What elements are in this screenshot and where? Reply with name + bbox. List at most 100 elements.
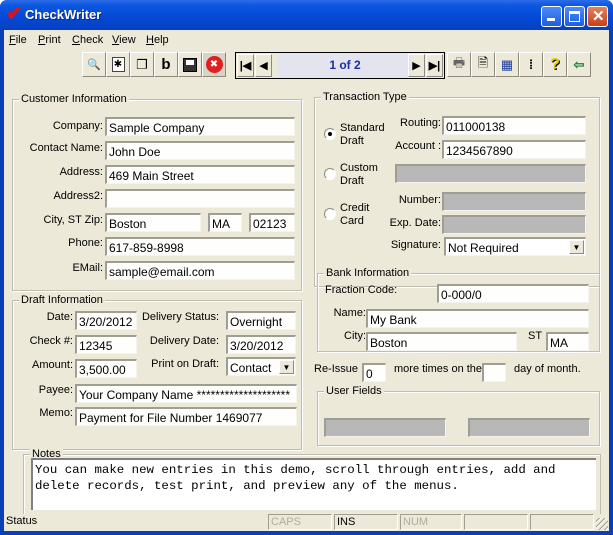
draft-info-title: Draft Information — [19, 294, 105, 306]
prev-record-button[interactable]: ◀ — [255, 54, 272, 77]
save-button[interactable] — [178, 52, 202, 77]
memo-label: Memo: — [39, 407, 73, 419]
delete-icon: ✖ — [205, 56, 223, 73]
client-area: File Print Check View Help 🔍 ✱ ❐ b ✖ |◀ … — [4, 30, 609, 531]
checkmark-app-icon: ✔ — [6, 3, 23, 25]
new-record-button[interactable]: ✱ — [106, 52, 130, 77]
check-number-field[interactable]: 12345 — [75, 335, 137, 354]
bank-info-group: Bank Information Fraction Code: 0-000/0 … — [317, 267, 600, 352]
window-title: CheckWriter — [25, 7, 102, 22]
date-field[interactable]: 3/20/2012 — [75, 311, 137, 330]
email-field[interactable]: sample@email.com — [105, 261, 295, 280]
card-number-label: Number: — [398, 194, 441, 206]
menu-check[interactable]: Check — [72, 34, 103, 46]
first-icon: |◀ — [239, 60, 252, 72]
first-record-button[interactable]: |◀ — [237, 54, 254, 77]
windows-button[interactable]: ▦ — [495, 52, 519, 77]
next-record-button[interactable]: ▶ — [408, 54, 425, 77]
fraction-code-field[interactable]: 0-000/0 — [437, 284, 589, 303]
notes-textarea[interactable]: You can make new entries in this demo, s… — [31, 458, 596, 510]
menu-print[interactable]: Print — [38, 34, 61, 46]
bank-city-field[interactable]: Boston — [366, 332, 517, 351]
company-field[interactable]: Sample Company — [105, 117, 295, 136]
chevron-down-icon[interactable]: ▼ — [279, 360, 294, 374]
exp-date-field — [442, 215, 586, 234]
binoculars-icon: 🔍 — [87, 59, 101, 71]
amount-field[interactable]: 3,500.00 — [75, 359, 137, 378]
contact-field[interactable]: John Doe — [105, 141, 295, 160]
menu-view-label: iew — [119, 34, 136, 46]
standard-draft-label[interactable]: Standard Draft — [340, 122, 385, 148]
caps-indicator: CAPS — [268, 514, 332, 530]
delivery-date-field[interactable]: 3/20/2012 — [226, 335, 296, 354]
status-text: Status — [6, 515, 38, 527]
next-icon: ▶ — [412, 60, 421, 72]
menu-help[interactable]: Help — [146, 34, 169, 46]
standard-draft-radio[interactable] — [324, 128, 336, 140]
city-st-zip-label: City, ST Zip: — [43, 214, 104, 226]
customer-info-title: Customer Information — [19, 93, 129, 105]
minimize-button[interactable] — [541, 6, 562, 27]
address2-label: Address2: — [53, 190, 103, 202]
reissue-count-field[interactable]: 0 — [362, 363, 386, 382]
user-fields-group: User Fields — [317, 385, 600, 446]
city-field[interactable]: Boston — [105, 213, 201, 232]
user-field-2 — [468, 418, 590, 437]
custom-draft-label[interactable]: Custom Draft — [340, 162, 378, 188]
menu-view[interactable]: View — [112, 34, 136, 46]
reissue-suffix: day of month. — [514, 363, 581, 375]
title-bar[interactable]: ✔ CheckWriter ✕ — [0, 0, 613, 30]
delivery-status-field[interactable]: Overnight — [226, 311, 296, 330]
transaction-type-group: Transaction Type Standard Draft Custom Dra… — [314, 91, 600, 287]
routing-field[interactable]: 011000138 — [442, 116, 586, 135]
menu-print-label: rint — [45, 34, 61, 46]
print-on-draft-label: Print on Draft: — [151, 358, 219, 370]
credit-card-label[interactable]: Credit Card — [340, 202, 369, 228]
bank-name-field[interactable]: My Bank — [366, 309, 589, 328]
state-field[interactable]: MA — [208, 213, 242, 232]
maximize-button[interactable] — [564, 6, 585, 27]
exit-button[interactable]: ⇦ — [567, 52, 591, 77]
copy-record-button[interactable]: ❐ — [130, 52, 154, 77]
address-label: Address: — [59, 166, 103, 178]
account-field[interactable]: 1234567890 — [442, 140, 586, 159]
custom-draft-line2: Draft — [340, 175, 364, 187]
fields-button[interactable]: ⁞ — [519, 52, 543, 77]
zip-field[interactable]: 02123 — [249, 213, 295, 232]
menu-check-label: heck — [79, 34, 104, 46]
chevron-down-icon[interactable]: ▼ — [569, 240, 584, 254]
bold-button[interactable]: b — [154, 52, 178, 77]
close-icon: ✕ — [592, 8, 605, 25]
resize-grip-icon[interactable] — [596, 518, 608, 530]
credit-card-radio[interactable] — [324, 208, 336, 220]
phone-field[interactable]: 617-859-8998 — [105, 237, 295, 256]
close-button[interactable]: ✕ — [587, 6, 608, 27]
memo-field[interactable]: Payment for File Number 1469077 — [75, 407, 297, 426]
address2-field[interactable] — [105, 189, 295, 208]
print-button[interactable]: 🖶 — [447, 52, 471, 77]
user-field-1 — [324, 418, 446, 437]
last-record-button[interactable]: ▶| — [426, 54, 443, 77]
address-field[interactable]: 469 Main Street — [105, 165, 295, 184]
custom-draft-radio[interactable] — [324, 168, 336, 180]
menu-file[interactable]: File — [9, 34, 27, 46]
customer-info-group: Customer Information Company: Sample Com… — [12, 93, 302, 291]
company-label: Company: — [52, 120, 103, 132]
payee-field[interactable]: Your Company Name ******************** — [75, 384, 297, 403]
signature-select[interactable]: Not Required ▼ — [444, 237, 586, 256]
draft-info-group: Draft Information Date: 3/20/2012 Check … — [12, 294, 302, 450]
check-number-label: Check #: — [29, 335, 73, 347]
save-icon — [183, 57, 197, 72]
find-button[interactable]: 🔍 — [82, 52, 106, 77]
app-window: ✔ CheckWriter ✕ File Print Check View He… — [0, 0, 613, 535]
reissue-day-field[interactable] — [482, 363, 506, 382]
help-button[interactable]: ? — [543, 52, 567, 77]
print-on-draft-select[interactable]: Contact ▼ — [226, 357, 296, 376]
delete-button[interactable]: ✖ — [202, 52, 226, 77]
bank-state-field[interactable]: MA — [546, 332, 589, 351]
bold-b-icon: b — [161, 56, 171, 73]
signature-label: Signature: — [390, 239, 441, 251]
menu-file-mnemonic: F — [9, 34, 16, 46]
preview-button[interactable]: 🗎 — [471, 52, 495, 77]
print-on-draft-value: Contact — [230, 361, 272, 375]
